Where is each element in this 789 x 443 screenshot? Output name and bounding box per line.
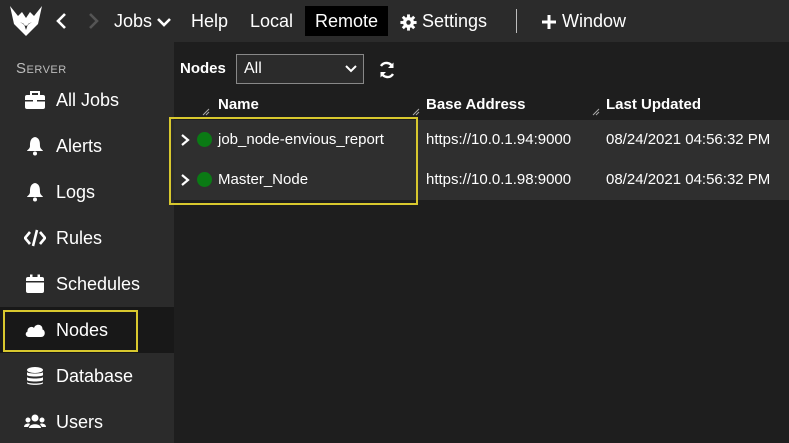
- menu-remote-label: Remote: [315, 11, 379, 31]
- main-content: Nodes All Name Base Address Last Updated…: [169, 42, 789, 443]
- filter-label: Nodes: [180, 60, 226, 77]
- plus-icon: [542, 15, 556, 30]
- nodes-filter-select[interactable]: All: [236, 54, 364, 84]
- sidebar-item-rules[interactable]: Rules: [0, 215, 174, 261]
- column-header-base-address[interactable]: Base Address: [426, 96, 526, 113]
- sidebar-heading: Server: [16, 60, 67, 77]
- rows-highlight-box: [169, 117, 418, 205]
- sidebar-item-schedules[interactable]: Schedules: [0, 261, 174, 307]
- menu-help[interactable]: Help: [181, 6, 238, 36]
- column-header-name[interactable]: Name: [218, 96, 259, 113]
- gear-icon: [400, 14, 417, 31]
- node-base-address: https://10.0.1.94:9000: [426, 131, 572, 148]
- sidebar-item-label: Users: [56, 412, 104, 432]
- bell-icon: [27, 137, 43, 156]
- chevron-down-icon: [157, 18, 171, 28]
- node-last-updated: 08/24/2021 04:56:32 PM: [606, 131, 771, 148]
- menu-help-label: Help: [191, 11, 229, 31]
- sidebar-item-database[interactable]: Database: [0, 353, 174, 399]
- menu-window-label: Window: [562, 11, 627, 31]
- sidebar-item-label: Logs: [56, 182, 96, 202]
- refresh-icon[interactable]: [378, 61, 396, 79]
- filter-selected-value: All: [244, 60, 262, 77]
- menu-jobs[interactable]: Jobs: [104, 6, 181, 36]
- sidebar-item-label: Database: [56, 366, 134, 386]
- menu-remote[interactable]: Remote: [305, 6, 389, 36]
- users-icon: [24, 414, 46, 428]
- menu-local-label: Local: [250, 11, 294, 31]
- sidebar-item-label: Rules: [56, 228, 103, 248]
- sidebar: Server All Jobs Alerts Logs Rules Schedu…: [0, 42, 174, 443]
- bell-icon: [27, 183, 43, 202]
- menu-window[interactable]: Window: [531, 6, 636, 36]
- code-icon: [24, 229, 46, 247]
- fox-logo-icon: [10, 6, 42, 36]
- top-menu-bar: Jobs Help Local Remote Settings Window: [0, 0, 789, 42]
- nodes-highlight-box: [3, 310, 138, 352]
- chevron-down-icon: [345, 65, 357, 73]
- sidebar-item-label: All Jobs: [56, 90, 120, 110]
- node-last-updated: 08/24/2021 04:56:32 PM: [606, 171, 771, 188]
- column-resize-handle[interactable]: [592, 108, 600, 116]
- column-resize-handle[interactable]: [202, 108, 210, 116]
- column-header-last-updated[interactable]: Last Updated: [606, 96, 701, 113]
- database-icon: [27, 367, 43, 385]
- menu-settings-label: Settings: [422, 11, 488, 31]
- column-resize-handle[interactable]: [412, 108, 420, 116]
- menu-settings[interactable]: Settings: [390, 6, 497, 36]
- sidebar-item-logs[interactable]: Logs: [0, 169, 174, 215]
- calendar-icon: [26, 274, 44, 293]
- briefcase-icon: [25, 91, 45, 109]
- sidebar-item-users[interactable]: Users: [0, 399, 174, 443]
- menu-separator: [516, 9, 517, 33]
- menu-local[interactable]: Local: [240, 6, 303, 36]
- sidebar-item-all-jobs[interactable]: All Jobs: [0, 77, 174, 123]
- forward-arrow-icon[interactable]: [86, 9, 100, 33]
- node-base-address: https://10.0.1.98:9000: [426, 171, 572, 188]
- sidebar-item-label: Schedules: [56, 274, 141, 294]
- sidebar-item-label: Alerts: [56, 136, 103, 156]
- back-arrow-icon[interactable]: [55, 9, 69, 33]
- sidebar-item-alerts[interactable]: Alerts: [0, 123, 174, 169]
- menu-jobs-label: Jobs: [114, 11, 153, 31]
